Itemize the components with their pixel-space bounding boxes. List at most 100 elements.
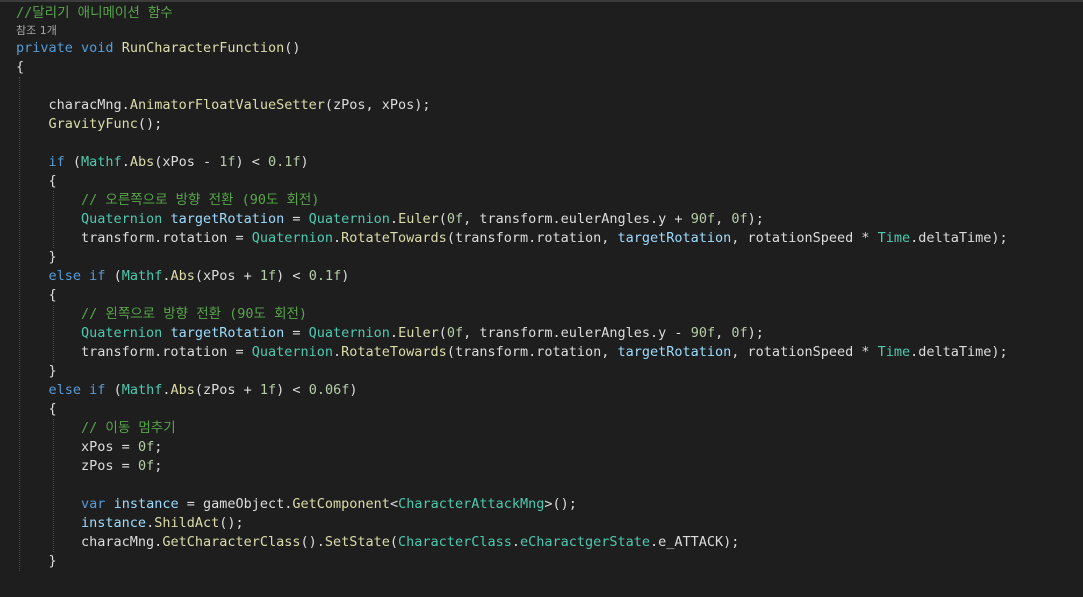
code-line[interactable]: else if (Mathf.Abs(xPos + 1f) < 0.1f) [16,267,350,286]
code-line[interactable]: private void RunCharacterFunction() [16,39,301,58]
code-token-num: 0f [731,325,748,341]
code-line[interactable]: } [16,362,57,381]
code-token-punct: ) [349,382,358,398]
code-line[interactable]: xPos = 0f; [16,438,162,457]
code-token-punct: >(); [544,496,577,512]
code-token-punct: { [16,173,57,189]
code-token-punct: , [715,211,732,227]
code-token-punct: } [16,553,57,569]
code-token-punct: (transform.rotation, [446,230,618,246]
code-token-punct: ) < [276,382,309,398]
code-line[interactable]: GravityFunc(); [16,115,163,134]
code-token-punct: , transform.eulerAngles.y + [463,211,691,227]
indent-guide [53,305,55,362]
code-line[interactable]: transform.rotation = Quaternion.RotateTo… [16,343,1008,362]
code-token-punct: . [121,154,130,170]
code-token-punct [16,420,81,436]
code-editor[interactable]: 참조 1개 //달리기 애니메이션 함수 private void RunChara… [0,0,1083,597]
code-line[interactable]: Quaternion targetRotation = Quaternion.E… [16,324,764,343]
code-token-method: GetComponent [292,496,390,512]
code-line[interactable]: } [16,552,57,571]
code-token-type: Quaternion [81,325,163,341]
code-token-local: instance [113,496,179,512]
code-token-punct: ) [341,268,350,284]
code-line[interactable]: characMng.AnimatorFloatValueSetter(zPos,… [16,96,431,115]
code-token-punct: < [389,496,399,512]
code-line[interactable]: } [16,248,57,267]
code-line[interactable]: { [16,400,57,419]
code-token-punct: . [389,211,399,227]
code-line[interactable]: transform.rotation = Quaternion.RotateTo… [16,229,1008,248]
code-line[interactable]: var instance = gameObject.GetComponent<C… [16,495,577,514]
code-line-comment[interactable]: //달리기 애니메이션 함수 [16,4,173,23]
code-token-method: Euler [398,325,439,341]
code-token-local: targetRotation [170,211,285,227]
code-token-punct: ( [105,382,122,398]
code-token-type: Time [877,230,911,246]
code-token-punct: . [511,534,520,550]
code-line[interactable]: if (Mathf.Abs(xPos - 1f) < 0.1f) [16,153,309,172]
references-codelens[interactable]: 참조 1개 [16,23,57,39]
code-token-punct: (zPos + [194,382,260,398]
code-token-num: 0f [731,211,748,227]
code-token-punct [16,325,81,341]
code-token-punct: . [121,97,130,113]
code-token-method: Abs [129,154,155,170]
code-token-punct: .deltaTime); [910,344,1008,360]
code-token-type: Mathf [121,268,163,284]
code-token-punct [16,344,81,360]
code-token-punct [16,192,81,208]
code-token-punct [105,496,113,512]
code-token-method: SetState [324,534,390,550]
code-token-kw: else [48,382,82,398]
code-line[interactable]: { [16,286,57,305]
code-line[interactable]: // 이동 멈추기 [16,419,176,438]
code-token-num: 0.06f [308,382,350,398]
code-token-type: Quaternion [81,211,163,227]
code-line[interactable]: characMng.GetCharacterClass().SetState(C… [16,533,739,552]
code-token-punct: ; [154,439,163,455]
code-token-punct: (xPos - [154,154,220,170]
code-token-punct [16,268,49,284]
code-line[interactable]: instance.ShildAct(); [16,514,244,533]
code-token-punct: = [284,211,309,227]
code-token-punct: ( [105,268,122,284]
code-line[interactable]: Quaternion targetRotation = Quaternion.E… [16,210,764,229]
code-token-method: Euler [398,211,439,227]
code-line[interactable]: // 오른쪽으로 방향 전환 (90도 회전) [16,191,319,210]
code-token-kw: if [89,268,106,284]
code-line[interactable]: // 왼쪽으로 방향 전환 (90도 회전) [16,305,307,324]
code-line[interactable]: { [16,58,24,77]
code-token-local: targetRotation [170,325,285,341]
code-token-kw: if [89,382,106,398]
code-line[interactable]: zPos = 0f; [16,457,162,476]
code-token-method: GravityFunc [48,116,138,132]
code-token-punct [16,116,49,132]
code-token-punct: (zPos, xPos); [324,97,431,113]
code-token-punct [16,496,81,512]
code-token-punct: ) < [276,268,309,284]
code-token-type: Mathf [121,382,163,398]
code-token-type: CharacterClass [398,534,512,550]
code-token-punct: .deltaTime); [910,230,1008,246]
code-token-type: Quaternion [251,230,333,246]
code-line[interactable]: { [16,172,57,191]
code-token-punct: ; [154,458,163,474]
code-token-punct: { [16,401,57,417]
code-token-method: RotateTowards [341,230,447,246]
code-token-punct: (xPos + [194,268,260,284]
code-token-punct: (); [137,116,163,132]
code-token-punct: = gameObject. [178,496,293,512]
code-token-punct: xPos = [81,439,138,455]
indent-guide [53,191,55,248]
code-token-punct: , transform.eulerAngles.y - [463,325,691,341]
code-token-punct: .e_ATTACK); [650,534,740,550]
code-line[interactable]: else if (Mathf.Abs(zPos + 1f) < 0.06f) [16,381,358,400]
code-token-punct: ) [300,154,309,170]
code-token-punct: , rotationSpeed * [731,344,878,360]
code-token-punct: transform.rotation = [81,344,252,360]
code-token-punct: zPos = [81,458,138,474]
code-token-punct: (transform.rotation, [446,344,618,360]
code-token-punct: characMng. [81,534,163,550]
code-token-num: 1f [259,382,277,398]
